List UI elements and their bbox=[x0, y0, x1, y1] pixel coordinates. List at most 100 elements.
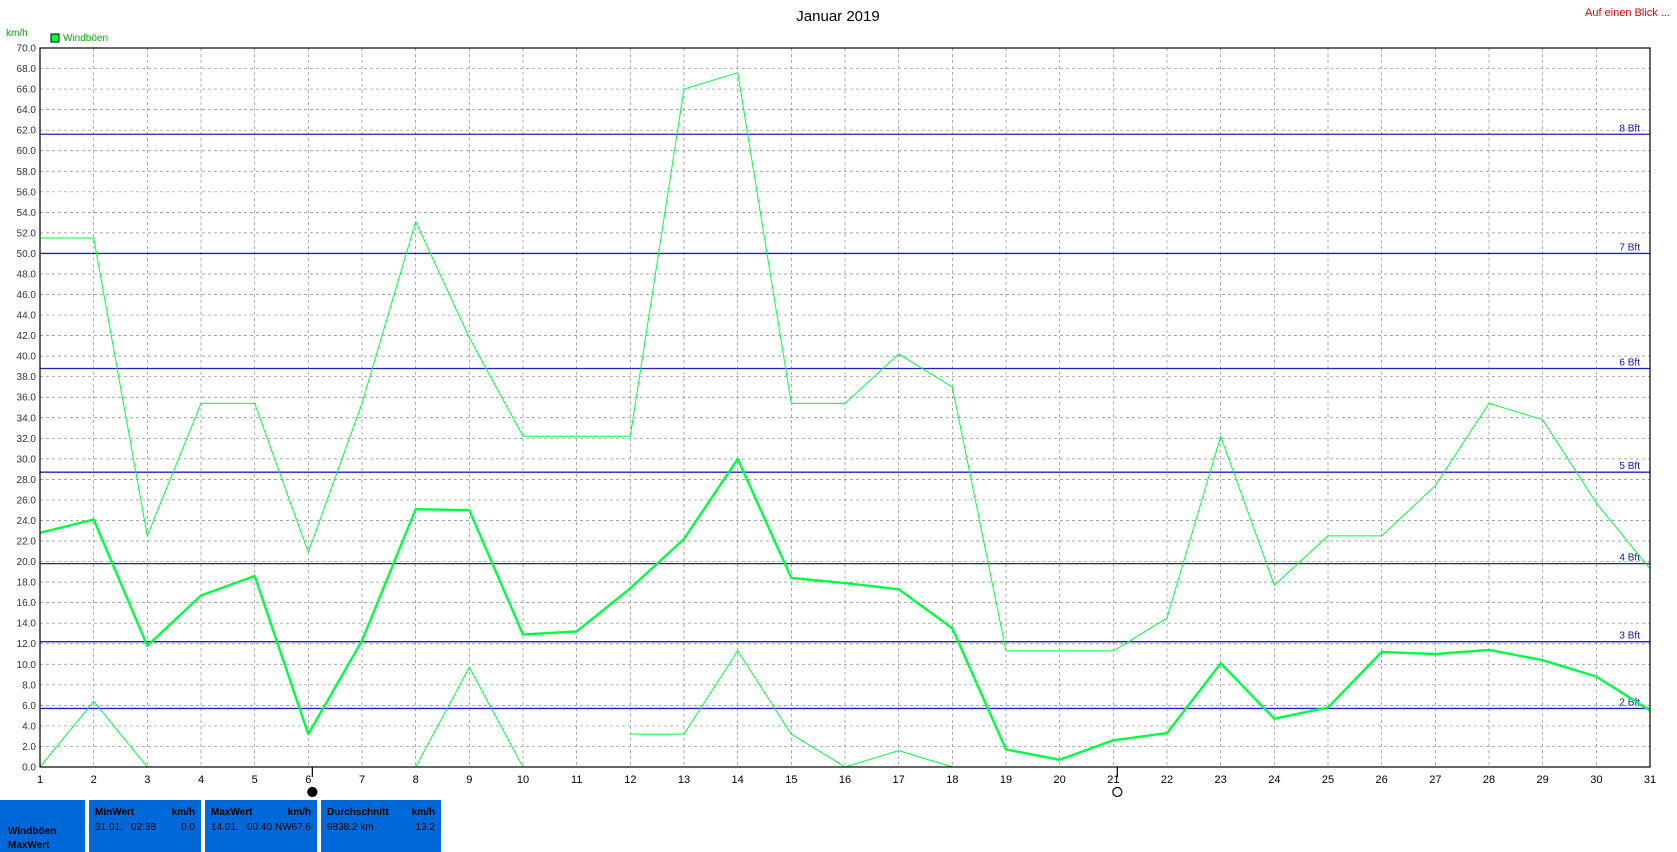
y-tick-label: 46.0 bbox=[17, 290, 37, 301]
plot-frame bbox=[39, 47, 1651, 768]
y-tick-label: 24.0 bbox=[17, 516, 37, 527]
x-tick-label: 9 bbox=[466, 774, 472, 786]
y-tick-label: 40.0 bbox=[17, 352, 37, 363]
corner-link[interactable]: Auf einen Blick ... bbox=[1585, 7, 1670, 19]
max-time: 00:40 bbox=[247, 822, 273, 833]
y-tick-label: 42.0 bbox=[17, 331, 37, 342]
x-tick-label: 19 bbox=[1000, 774, 1012, 786]
x-tick-label: 28 bbox=[1483, 774, 1495, 786]
grid bbox=[40, 48, 1650, 767]
y-tick-label: 18.0 bbox=[17, 578, 37, 589]
min-time: 02:38 bbox=[131, 822, 157, 833]
x-tick-label: 12 bbox=[624, 774, 636, 786]
x-tick-label: 31 bbox=[1644, 774, 1656, 786]
y-tick-label: 10.0 bbox=[17, 660, 37, 671]
moon-full-icon bbox=[1112, 786, 1123, 798]
x-tick-label: 17 bbox=[893, 774, 905, 786]
y-tick-label: 66.0 bbox=[17, 85, 37, 96]
y-tick-label: 20.0 bbox=[17, 557, 37, 568]
x-tick-label: 3 bbox=[144, 774, 150, 786]
x-tick-label: 27 bbox=[1429, 774, 1441, 786]
stats-label-panel: Windböen MaxWert bbox=[0, 800, 87, 852]
max-date: 14.01. bbox=[211, 822, 239, 833]
x-tick-label: 6 bbox=[305, 774, 311, 786]
avg-unit: km/h bbox=[411, 807, 435, 818]
axes: 0.0 2.0 4.0 6.0 8.0 10.0 12.0 14.0 16.0 18.0 20.0 2… bbox=[17, 44, 1656, 798]
min-unit: km/h bbox=[171, 807, 195, 818]
beaufort-label: 3 Bft bbox=[1619, 631, 1640, 642]
max-header: MaxWert bbox=[211, 807, 253, 818]
min-header: MinWert bbox=[95, 807, 135, 818]
y-tick-label: 30.0 bbox=[17, 454, 37, 465]
stats-max-panel: MaxWert km/h 14.01. 00:40 NW 67.6 bbox=[205, 800, 319, 852]
x-tick-label: 16 bbox=[839, 774, 851, 786]
x-tick-label: 4 bbox=[198, 774, 204, 786]
x-tick-label: 5 bbox=[252, 774, 258, 786]
x-tick-label: 14 bbox=[732, 774, 744, 786]
x-tick-label: 23 bbox=[1215, 774, 1227, 786]
y-tick-label: 38.0 bbox=[17, 372, 37, 383]
beaufort-label: 4 Bft bbox=[1619, 553, 1640, 564]
stats-bar: Windböen MaxWert MinWert km/h 31.01. 02:… bbox=[0, 800, 1677, 852]
avg-header: Durchschnitt bbox=[327, 807, 389, 818]
stats-min-panel: MinWert km/h 31.01. 02:38 0.0 bbox=[89, 800, 203, 852]
y-tick-label: 52.0 bbox=[17, 228, 37, 239]
x-tick-label: 25 bbox=[1322, 774, 1334, 786]
y-tick-label: 64.0 bbox=[17, 105, 37, 116]
y-tick-label: 60.0 bbox=[17, 146, 37, 157]
y-tick-label: 14.0 bbox=[17, 619, 37, 630]
y-tick-label: 0.0 bbox=[22, 763, 36, 774]
y-tick-label: 68.0 bbox=[17, 64, 37, 75]
y-tick-label: 12.0 bbox=[17, 639, 37, 650]
y-axis-unit: km/h bbox=[6, 28, 28, 39]
y-tick-label: 16.0 bbox=[17, 598, 37, 609]
min-date: 31.01. bbox=[95, 822, 123, 833]
y-tick-label: 48.0 bbox=[17, 269, 37, 280]
y-tick-label: 50.0 bbox=[17, 249, 37, 260]
x-tick-label: 22 bbox=[1161, 774, 1173, 786]
avg-value: 13.2 bbox=[415, 822, 435, 833]
y-tick-label: 2.0 bbox=[22, 742, 36, 753]
x-tick-label: 13 bbox=[678, 774, 690, 786]
stats-row-sublabel: MaxWert bbox=[8, 840, 50, 851]
beaufort-label: 5 Bft bbox=[1619, 461, 1640, 472]
y-tick-label: 44.0 bbox=[17, 311, 37, 322]
max-direction: NW bbox=[275, 822, 292, 833]
x-tick-label: 11 bbox=[571, 774, 582, 786]
y-tick-label: 58.0 bbox=[17, 167, 37, 178]
legend-entry: Windböen bbox=[63, 33, 108, 44]
y-tick-label: 22.0 bbox=[17, 537, 37, 548]
beaufort-label: 8 Bft bbox=[1619, 123, 1640, 134]
y-tick-label: 62.0 bbox=[17, 126, 37, 137]
x-tick-label: 29 bbox=[1537, 774, 1549, 786]
y-tick-label: 26.0 bbox=[17, 495, 37, 506]
x-tick-label: 8 bbox=[413, 774, 419, 786]
chart-title: Januar 2019 bbox=[796, 8, 879, 25]
x-tick-label: 7 bbox=[359, 774, 365, 786]
x-tick-label: 26 bbox=[1376, 774, 1388, 786]
beaufort-label: 6 Bft bbox=[1619, 357, 1640, 368]
y-tick-label: 32.0 bbox=[17, 434, 37, 445]
y-tick-label: 56.0 bbox=[17, 187, 37, 198]
x-tick-label: 15 bbox=[785, 774, 797, 786]
stats-row-label: Windböen bbox=[8, 826, 57, 837]
y-tick-label: 36.0 bbox=[17, 393, 37, 404]
y-tick-label: 34.0 bbox=[17, 413, 37, 424]
y-tick-label: 6.0 bbox=[22, 701, 36, 712]
x-tick-label: 30 bbox=[1590, 774, 1602, 786]
chart: Januar 2019 Auf einen Blick ... km/h Win… bbox=[6, 7, 1670, 798]
max-unit: km/h bbox=[287, 807, 311, 818]
legend-swatch bbox=[50, 33, 60, 43]
x-tick-label: 24 bbox=[1268, 774, 1280, 786]
x-tick-label: 2 bbox=[91, 774, 97, 786]
max-value: 67.6 bbox=[291, 822, 311, 833]
x-tick-label: 20 bbox=[1054, 774, 1066, 786]
moon-new-icon bbox=[307, 786, 318, 798]
y-tick-label: 4.0 bbox=[22, 721, 36, 732]
y-tick-label: 70.0 bbox=[17, 44, 37, 55]
stats-avg-panel: Durchschnitt km/h 9838.2 km 13.2 bbox=[321, 800, 441, 852]
y-tick-label: 28.0 bbox=[17, 475, 37, 486]
y-tick-label: 8.0 bbox=[22, 680, 36, 691]
beaufort-label: 7 Bft bbox=[1619, 242, 1640, 253]
min-value: 0.0 bbox=[181, 822, 195, 833]
